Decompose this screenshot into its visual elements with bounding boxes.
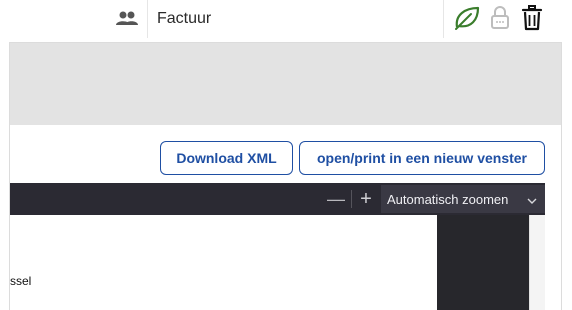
document-header: Factuur <box>0 0 572 38</box>
pdf-page-text: ssel <box>10 274 32 288</box>
pdf-viewer-toolbar: — + Automatisch zoomen <box>10 183 545 215</box>
people-icon[interactable] <box>116 9 138 27</box>
zoom-select[interactable]: Automatisch zoomen <box>381 185 545 213</box>
scrollbar[interactable] <box>529 215 545 310</box>
pdf-viewer-background <box>437 215 529 310</box>
open-print-button[interactable]: open/print in een nieuw venster <box>299 141 545 175</box>
header-divider <box>147 0 148 38</box>
leaf-icon[interactable] <box>453 5 481 31</box>
pdf-viewer-canvas: ssel <box>10 215 545 310</box>
chevron-down-icon <box>527 194 537 204</box>
zoom-select-value: Automatisch zoomen <box>387 191 509 207</box>
zoom-in-button[interactable]: + <box>356 189 376 209</box>
panel-header-area <box>10 43 561 125</box>
document-type-label: Factuur <box>157 10 212 27</box>
trash-icon[interactable] <box>521 5 543 31</box>
lock-icon[interactable] <box>489 6 511 30</box>
invoice-panel: Download XML open/print in een nieuw ven… <box>9 42 562 310</box>
download-xml-button[interactable]: Download XML <box>160 141 293 175</box>
page: Factuur Download XML open/print in een n… <box>0 0 572 310</box>
toolbar-divider <box>351 190 352 208</box>
zoom-out-button[interactable]: — <box>326 189 346 209</box>
header-divider <box>443 0 444 38</box>
